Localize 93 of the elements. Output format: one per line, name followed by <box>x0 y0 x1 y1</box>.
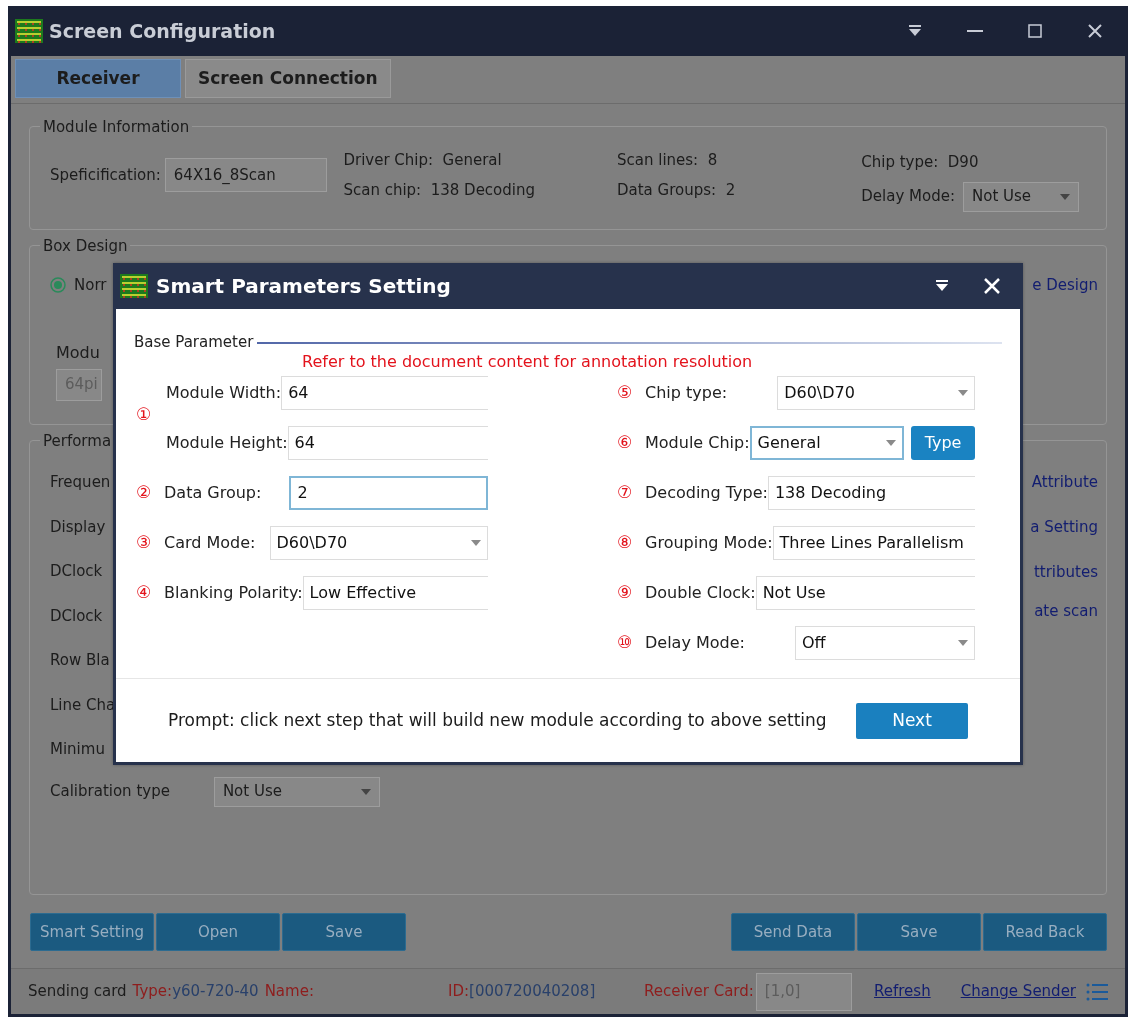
link[interactable]: ttributes <box>1033 561 1098 600</box>
prompt-text: Prompt: click next step that will build new module according to above setting <box>168 708 827 732</box>
dropdown[interactable]: D60\D70 <box>777 375 975 410</box>
input-field[interactable]: Not Use <box>755 575 975 610</box>
number-marker: ⑤ <box>617 380 634 404</box>
window-title: Screen Configuration <box>49 18 276 44</box>
button[interactable]: Read Back <box>983 913 1107 951</box>
info-text: Chip type: D90 <box>861 152 980 173</box>
input-field[interactable]: 2 <box>289 475 488 510</box>
input-field[interactable]: Low Effective <box>302 575 488 610</box>
annotation-note: Refer to the document content for annotation resolution <box>302 351 754 372</box>
field-label: Display <box>50 516 106 538</box>
link[interactable]: Attribute <box>1031 471 1098 516</box>
app-logo-icon <box>15 19 43 43</box>
status-text: ID: <box>448 981 470 1003</box>
dropdown-menu-icon[interactable] <box>935 280 949 292</box>
dropdown-arrow-icon[interactable] <box>360 788 371 795</box>
button[interactable]: Send Data <box>731 913 855 951</box>
field-label: Minimu <box>50 739 105 760</box>
status-text: y60-720-40 <box>172 981 259 1003</box>
dropdown-arrow-icon[interactable] <box>958 389 968 396</box>
field-label: Frequen <box>50 472 111 493</box>
number-marker: ⑥ <box>617 430 634 454</box>
status-text: [000720040208] <box>469 981 596 1003</box>
number-marker: ⑧ <box>617 530 634 554</box>
info-text: Data Groups: 2 <box>617 180 737 202</box>
field-label: Row Bla <box>50 650 110 671</box>
delay-mode-select[interactable]: Not Use <box>963 181 1079 212</box>
maximize-icon[interactable] <box>1028 24 1042 38</box>
link[interactable]: ate scan <box>1034 600 1098 645</box>
link[interactable]: e Design <box>1032 274 1098 297</box>
number-marker: ⑩ <box>617 630 634 654</box>
field-label: Double Clock: <box>645 581 756 604</box>
field-label: Grouping Mode: <box>645 531 773 554</box>
input-field[interactable]: 64 <box>281 375 488 410</box>
tab[interactable]: Screen Connection <box>185 59 391 98</box>
dropdown-arrow-icon[interactable] <box>1060 193 1070 200</box>
number-marker: ④ <box>136 580 153 604</box>
app-logo-icon <box>120 274 148 298</box>
field-label: Module Chip: <box>645 431 750 454</box>
radio-label: Norr <box>74 275 107 296</box>
number-marker: ② <box>136 480 153 504</box>
field-label: Calibration type <box>50 781 170 803</box>
field-label: Card Mode: <box>164 531 256 554</box>
radio-button[interactable] <box>50 277 66 294</box>
button[interactable]: Smart Setting <box>30 913 154 951</box>
field-label: Speficification: <box>50 165 161 186</box>
button[interactable]: Save <box>282 913 406 951</box>
number-marker: ⑨ <box>617 580 634 604</box>
type-button[interactable]: Type <box>911 425 975 460</box>
link[interactable]: Refresh <box>874 980 931 1003</box>
link[interactable]: a Setting <box>1030 516 1098 561</box>
info-text: Scan lines: 8 <box>617 149 719 171</box>
status-text: Sending card <box>28 981 127 1003</box>
link[interactable]: Change Sender <box>960 980 1077 1003</box>
field-label: DClock <box>50 605 103 627</box>
info-text: Scan chip: 138 Decoding <box>343 180 536 202</box>
specification-field[interactable]: 64X16_8Scan <box>164 158 328 193</box>
button[interactable]: Save <box>857 913 981 951</box>
dropdown-arrow-icon[interactable] <box>958 639 968 646</box>
field-label: Modu <box>56 341 100 364</box>
field-label: Chip type: <box>645 381 728 404</box>
dropdown-arrow-icon[interactable] <box>471 539 481 546</box>
input-field[interactable]: 138 Decoding <box>767 475 975 510</box>
field-label: Module Height: <box>166 431 288 454</box>
calibration-select[interactable]: Not Use <box>213 776 380 807</box>
status-text: Name: <box>264 981 314 1003</box>
input-field[interactable]: Three Lines Parallelism <box>772 525 975 560</box>
field-label: Delay Mode: <box>645 631 745 654</box>
dropdown[interactable]: Off <box>794 625 975 660</box>
status-text: Type: <box>132 981 173 1003</box>
dropdown[interactable]: D60\D70 <box>269 525 488 560</box>
tab[interactable]: Receiver <box>15 59 181 98</box>
list-menu-icon[interactable] <box>1086 981 1108 1002</box>
field-label: Decoding Type: <box>645 481 768 504</box>
field-label: Data Group: <box>164 481 262 504</box>
next-button[interactable]: Next <box>856 702 968 739</box>
button[interactable]: Open <box>156 913 280 951</box>
close-icon[interactable] <box>1088 24 1102 38</box>
field-label: Delay Mode: <box>861 186 955 208</box>
status-text: Receiver Card: <box>644 981 754 1003</box>
info-text: Driver Chip: General <box>343 149 503 171</box>
input-field[interactable]: 64 <box>287 425 488 460</box>
number-marker: ⑦ <box>617 480 634 504</box>
dialog-title: Smart Parameters Setting <box>156 273 451 300</box>
field-label: DClock <box>50 561 103 582</box>
dropdown[interactable]: General <box>749 425 904 460</box>
number-marker: ③ <box>136 530 153 554</box>
dropdown-arrow-icon[interactable] <box>886 439 896 446</box>
number-marker: ① <box>136 402 153 426</box>
field-label: Module Width: <box>166 381 282 404</box>
field-label: Blanking Polarity: <box>164 581 303 604</box>
dropdown-menu-icon[interactable] <box>908 25 922 37</box>
